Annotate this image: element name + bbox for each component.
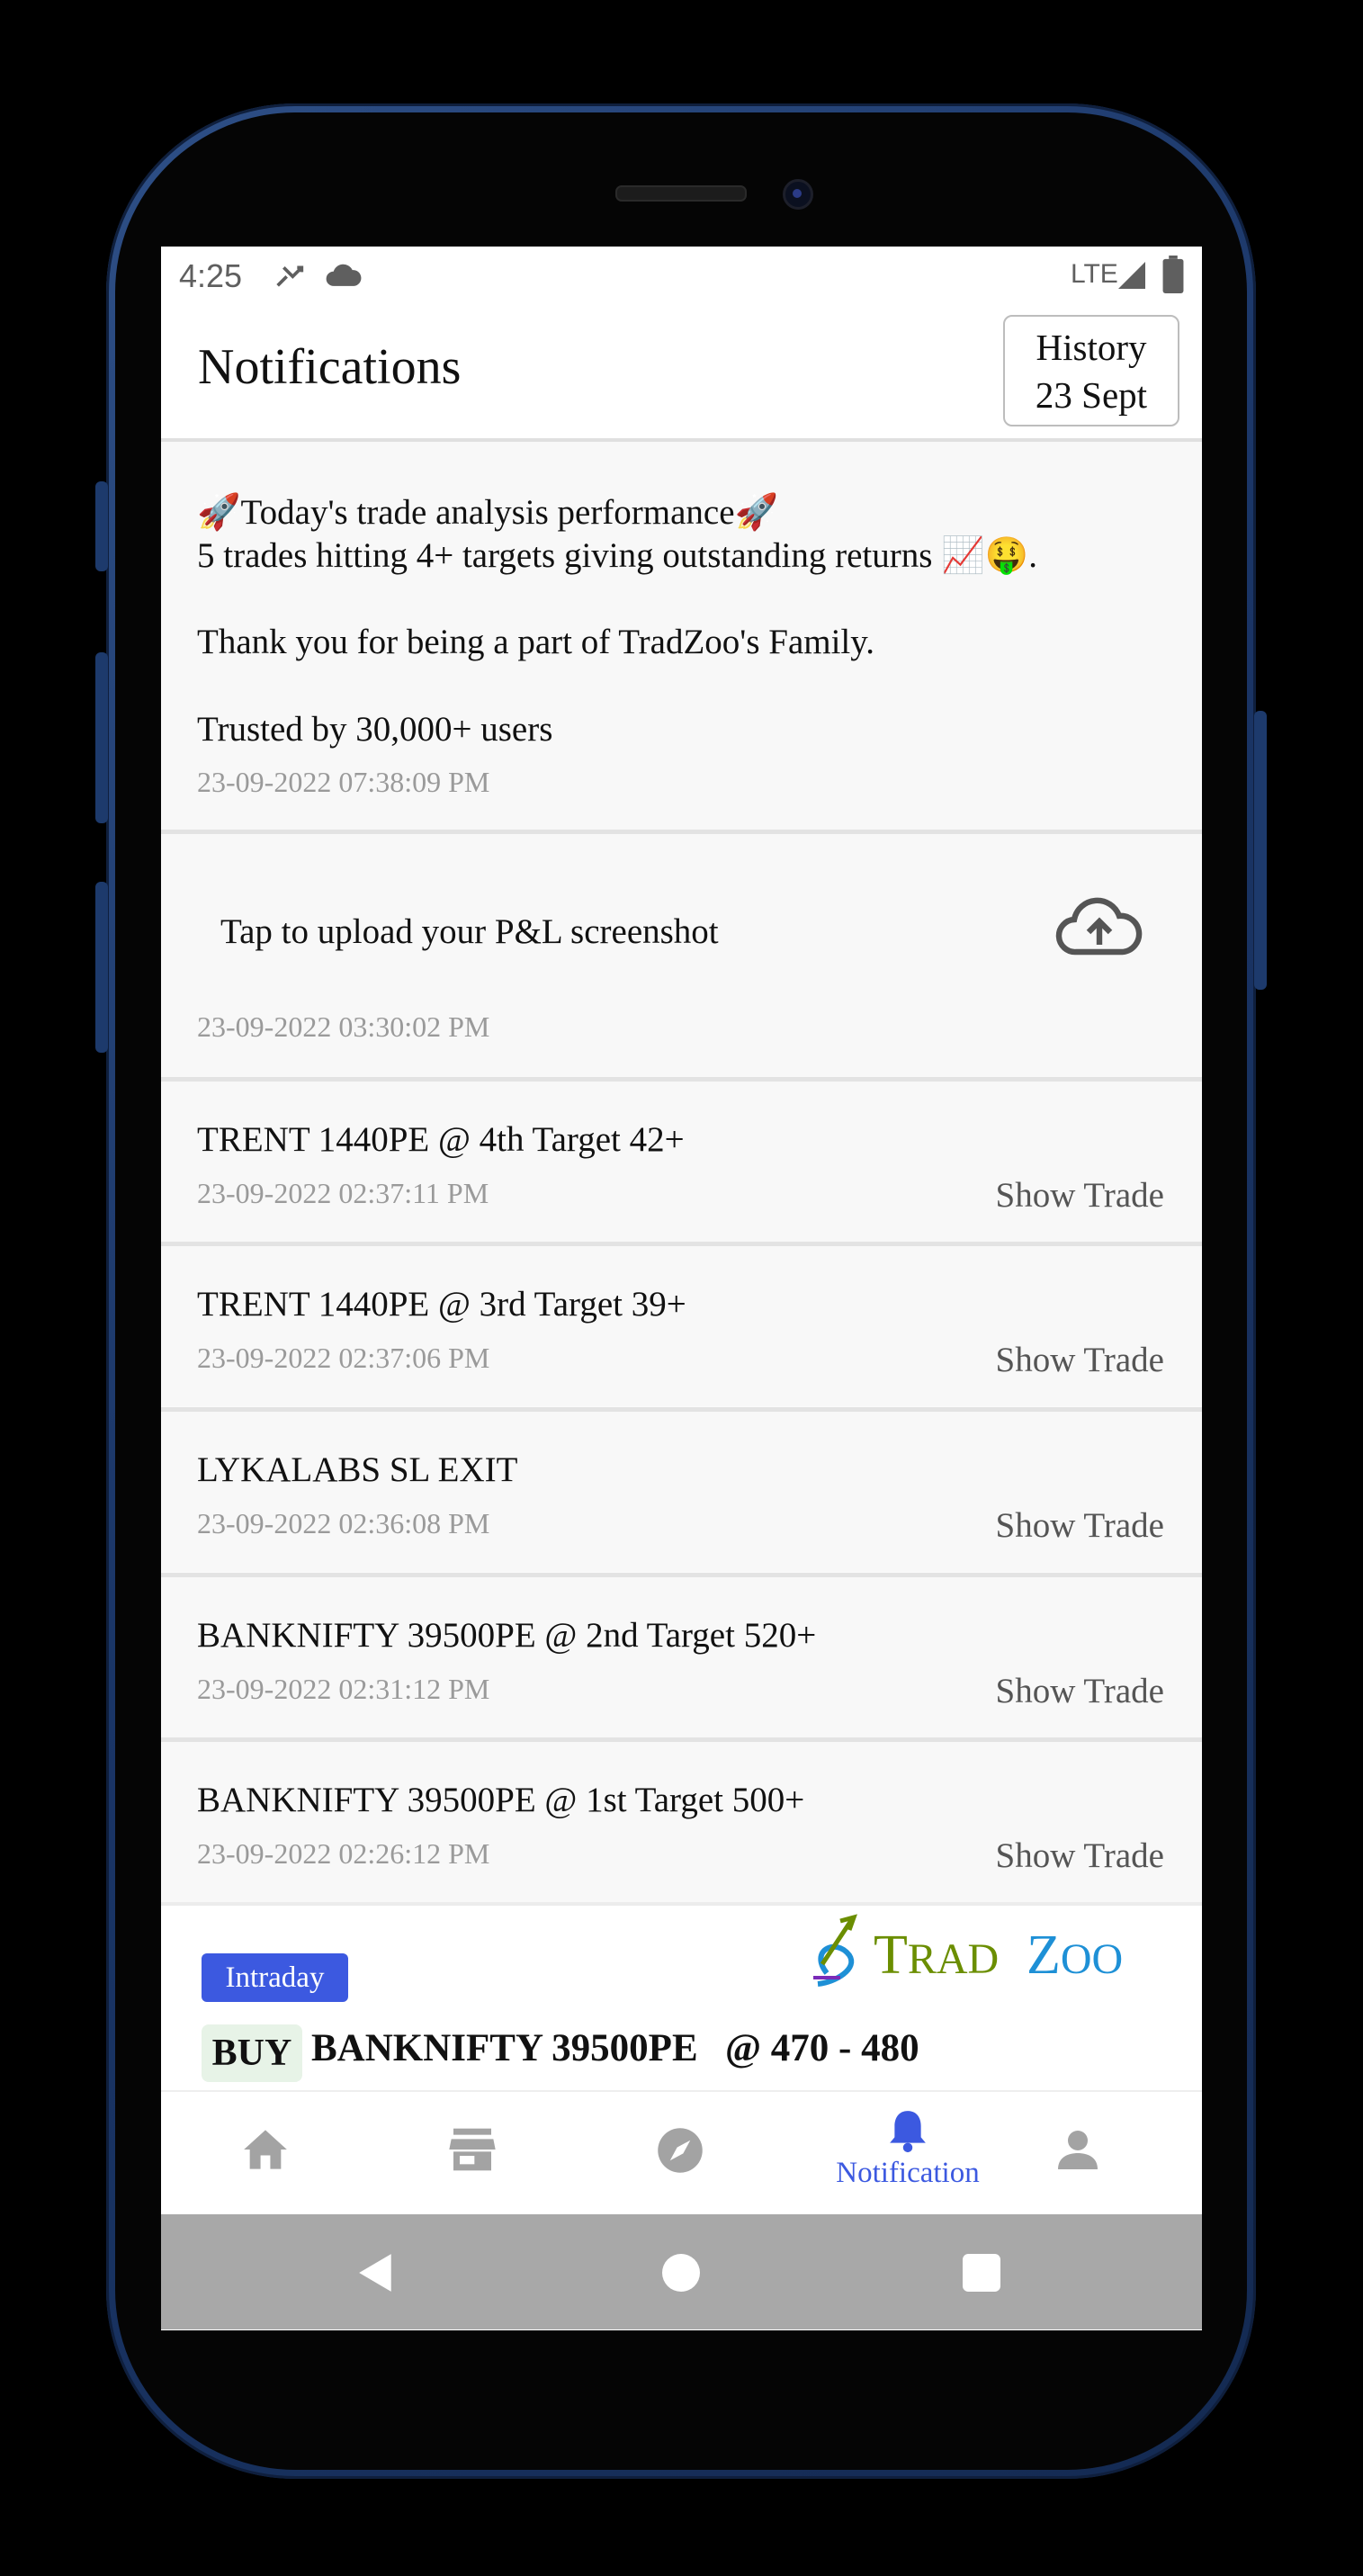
announcement-line: 🚀Today's trade analysis performance🚀 [197,493,779,532]
bottom-navigation: Notification [161,2090,1202,2216]
side-button [1254,711,1267,990]
home-icon [242,2128,289,2176]
list-item[interactable]: BANKNIFTY 39500PE @ 1st Target 500+ 23-0… [161,1742,1202,1902]
notification-time: 23-09-2022 02:37:06 PM [197,1342,490,1374]
network-type: LTE [1071,259,1118,289]
announcement-line: Thank you for being a part of TradZoo's … [197,623,874,661]
show-trade-button[interactable]: Show Trade [996,1836,1164,1876]
list-item[interactable]: BANKNIFTY 39500PE @ 2nd Target 520+ 23-0… [161,1577,1202,1737]
earpiece-speaker [615,185,747,202]
announcement-line: 5 trades hitting 4+ targets giving outst… [197,536,1038,575]
upload-text[interactable]: Tap to upload your P&L screenshot [220,911,719,952]
upload-card[interactable]: Tap to upload your P&L screenshot 23-09-… [161,834,1202,1077]
show-trade-button[interactable]: Show Trade [996,1671,1164,1711]
side-button [95,652,108,823]
notification-time: 23-09-2022 02:36:08 PM [197,1507,490,1539]
history-date: 23 Sept [1035,374,1148,416]
nav-explore[interactable] [631,2092,730,2216]
notification-time: 23-09-2022 03:30:02 PM [197,1010,490,1043]
svg-text:TRAD: TRAD [874,1925,999,1986]
missed-call-icon [272,256,308,296]
nav-notification-label: Notification [836,2157,980,2189]
explore-icon [656,2126,704,2179]
status-bar: 4:25 LTE [161,247,1202,306]
store-icon [447,2126,498,2177]
svg-text:ZOO: ZOO [1027,1925,1123,1986]
show-trade-button[interactable]: Show Trade [996,1505,1164,1546]
system-navigation-bar [161,2214,1202,2329]
show-trade-button[interactable]: Show Trade [996,1340,1164,1380]
nav-home[interactable] [215,2092,314,2216]
announcement-line: Trusted by 30,000+ users [197,710,553,749]
nav-notification[interactable]: Notification [791,2092,1025,2216]
history-button[interactable]: History 23 Sept [1003,315,1179,426]
notification-time: 23-09-2022 02:31:12 PM [197,1673,490,1705]
trade-symbol: BANKNIFTY 39500PE [311,2027,698,2069]
cloud-upload-icon[interactable] [1054,895,1144,963]
trade-price: @ 470 - 480 [725,2027,919,2069]
home-button-icon[interactable] [661,2253,701,2297]
cloud-icon [325,259,363,294]
notification-title: BANKNIFTY 39500PE @ 1st Target 500+ [197,1781,805,1819]
notification-time: 23-09-2022 02:26:12 PM [197,1837,490,1870]
intraday-badge: Intraday [202,1953,348,2002]
front-camera [783,179,813,210]
nav-profile[interactable] [1027,2092,1126,2216]
page-title: Notifications [198,339,462,395]
nav-store[interactable] [422,2092,521,2216]
buy-chip: BUY [202,2024,302,2082]
side-button [95,481,108,571]
profile-icon [1056,2128,1099,2176]
recents-icon[interactable] [963,2254,1000,2296]
notification-time: 23-09-2022 07:38:09 PM [197,766,490,798]
screen: 4:25 LTE Notifications History 23 Sept 🚀… [161,247,1202,2330]
history-label: History [1036,327,1147,368]
notification-title: LYKALABS SL EXIT [197,1450,518,1489]
tradzoo-logo: TRAD ZOO [800,1910,1178,2000]
signal-icon [1116,259,1148,296]
list-item[interactable]: TRENT 1440PE @ 4th Target 42+ 23-09-2022… [161,1082,1202,1242]
app-bar: Notifications History 23 Sept [161,306,1202,441]
notification-time: 23-09-2022 02:37:11 PM [197,1177,489,1209]
list-item[interactable]: TRENT 1440PE @ 3rd Target 39+ 23-09-2022… [161,1246,1202,1406]
show-trade-button[interactable]: Show Trade [996,1175,1164,1216]
side-button [95,882,108,1053]
list-item[interactable]: LYKALABS SL EXIT 23-09-2022 02:36:08 PM … [161,1412,1202,1572]
notification-title: BANKNIFTY 39500PE @ 2nd Target 520+ [197,1616,817,1655]
notification-title: TRENT 1440PE @ 3rd Target 39+ [197,1285,686,1324]
bell-icon [887,2106,928,2158]
battery-icon [1162,256,1184,298]
status-time: 4:25 [179,257,243,294]
back-icon[interactable] [356,2252,396,2298]
notification-title: TRENT 1440PE @ 4th Target 42+ [197,1120,685,1159]
